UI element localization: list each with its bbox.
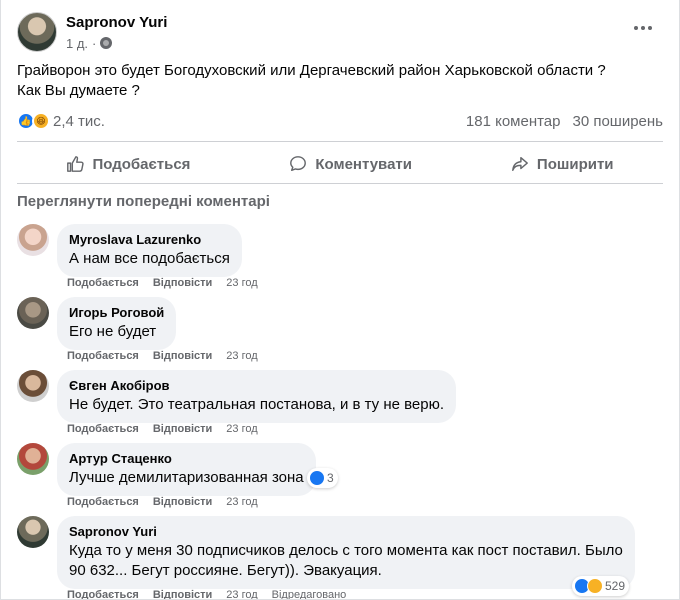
comment-like-button[interactable]: Подобається	[67, 423, 139, 435]
share-button[interactable]: Поширити	[493, 147, 632, 181]
comment-actions: Подобається Відповісти 23 год	[67, 277, 258, 289]
like-button[interactable]: Подобається	[48, 147, 208, 181]
comment-reply-button[interactable]: Відповісти	[153, 423, 212, 435]
comment-like-button[interactable]: Подобається	[67, 496, 139, 508]
divider	[17, 141, 663, 142]
reactions-bar: 👍 😆 2,4 тис. 181 коментар 30 поширень	[17, 111, 663, 131]
comment-bubble: Євген Акобіров Не будет. Это театральная…	[57, 370, 457, 423]
comment-bubble: Myroslava Lazurenko А нам все подобаєтьс…	[57, 224, 242, 277]
thumbs-up-icon	[67, 156, 85, 172]
comment-item: Sapronov Yuri Куда то у меня 30 подписчи…	[17, 516, 663, 599]
reaction-icons[interactable]: 👍 😆	[17, 112, 50, 130]
comment-text-line: Куда то у меня 30 подписчиков делось с т…	[69, 542, 623, 559]
shares-count[interactable]: 30 поширень	[572, 113, 663, 130]
comment-reaction-pill[interactable]: 3	[307, 468, 338, 488]
comment-bubble: Артур Стаценко Лучше демилитаризованная …	[57, 443, 316, 496]
comment-time[interactable]: 23 год	[226, 423, 257, 435]
comment-text-line: 90 632... Бегут россияне. Бегут)). Эваку…	[69, 562, 382, 579]
comment-actions: Подобається Відповісти 23 год Відредагов…	[67, 589, 347, 599]
post-header: Sapronov Yuri 1 д. ·	[17, 12, 167, 52]
comment-reaction-count: 529	[605, 579, 626, 593]
comment-like-button[interactable]: Подобається	[67, 589, 139, 599]
commenter-avatar[interactable]	[17, 370, 49, 402]
comment-text: Не будет. Это театральная постанова, и в…	[69, 396, 445, 413]
share-label: Поширити	[536, 155, 614, 173]
post-text-line: Как Вы думаете ?	[17, 82, 140, 99]
like-label: Подобається	[92, 155, 191, 173]
post-actions: Подобається Коментувати Поширити	[17, 147, 663, 181]
commenter-name[interactable]: Артур Стаценко	[69, 451, 304, 467]
comment-like-button[interactable]: Подобається	[67, 277, 139, 289]
comment-time[interactable]: 23 год	[226, 496, 257, 508]
comment-time[interactable]: 23 год	[226, 589, 257, 599]
comment-time[interactable]: 23 год	[226, 350, 257, 362]
comment-label: Коментувати	[315, 155, 412, 173]
comment-button[interactable]: Коментувати	[271, 147, 430, 181]
view-previous-comments-link[interactable]: Переглянути попередні коментарі	[17, 193, 270, 210]
reaction-count[interactable]: 2,4 тис.	[53, 113, 105, 130]
haha-reaction-icon: 😆	[32, 112, 50, 130]
more-options-icon[interactable]	[631, 18, 655, 38]
comment-actions: Подобається Відповісти 23 год	[67, 350, 258, 362]
comment-edited-label[interactable]: Відредаговано	[272, 589, 347, 599]
commenter-name[interactable]: Євген Акобіров	[69, 378, 444, 394]
comment-text: Лучше демилитаризованная зона	[69, 469, 304, 486]
commenter-name[interactable]: Sapronov Yuri	[69, 524, 623, 540]
comment-reply-button[interactable]: Відповісти	[153, 589, 212, 599]
comment-bubble: Игорь Роговой Его не будет	[57, 297, 177, 350]
post-time-row: 1 д. ·	[66, 36, 167, 51]
post-card: Sapronov Yuri 1 д. · Грайворон это будет…	[0, 0, 680, 600]
comment-text: Куда то у меня 30 подписчиков делось с т…	[69, 541, 623, 581]
post-stats: 181 коментар 30 поширень	[466, 113, 663, 130]
commenter-avatar[interactable]	[17, 224, 49, 256]
comment-text: Его не будет	[69, 323, 157, 340]
haha-reaction-icon	[587, 578, 603, 594]
divider	[17, 183, 663, 184]
post-meta: Sapronov Yuri 1 д. ·	[66, 14, 167, 51]
comment-reaction-pill[interactable]: 529	[572, 576, 630, 596]
post-text-line: Грайворон это будет Богодуховский или Де…	[17, 62, 606, 79]
comment-reply-button[interactable]: Відповісти	[153, 277, 212, 289]
comment-icon	[290, 156, 307, 172]
comment-bubble: Sapronov Yuri Куда то у меня 30 подписчи…	[57, 516, 635, 589]
comment-like-button[interactable]: Подобається	[67, 350, 139, 362]
comment-item: Myroslava Lazurenko А нам все подобаєтьс…	[17, 224, 663, 289]
comments-count[interactable]: 181 коментар	[466, 113, 561, 130]
author-avatar[interactable]	[17, 12, 57, 52]
comment-reply-button[interactable]: Відповісти	[153, 496, 212, 508]
comment-time[interactable]: 23 год	[226, 277, 257, 289]
comment-item: Артур Стаценко Лучше демилитаризованная …	[17, 443, 663, 508]
comment-item: Євген Акобіров Не будет. Это театральная…	[17, 370, 663, 435]
like-reaction-icon	[309, 470, 325, 486]
comment-text: А нам все подобається	[69, 250, 230, 267]
commenter-avatar[interactable]	[17, 297, 49, 329]
author-name[interactable]: Sapronov Yuri	[66, 14, 167, 31]
comment-item: Игорь Роговой Его не будет Подобається В…	[17, 297, 663, 362]
time-separator: ·	[92, 35, 97, 51]
commenter-avatar[interactable]	[17, 516, 49, 548]
comment-reply-button[interactable]: Відповісти	[153, 350, 212, 362]
comment-actions: Подобається Відповісти 23 год	[67, 496, 258, 508]
comment-reaction-count: 3	[327, 471, 334, 485]
commenter-name[interactable]: Myroslava Lazurenko	[69, 232, 230, 248]
post-time[interactable]: 1 д.	[66, 36, 88, 51]
commenter-name[interactable]: Игорь Роговой	[69, 305, 164, 321]
share-icon	[511, 156, 528, 172]
globe-icon	[100, 37, 113, 49]
comment-actions: Подобається Відповісти 23 год	[67, 423, 258, 435]
commenter-avatar[interactable]	[17, 443, 49, 475]
post-text: Грайворон это будет Богодуховский или Де…	[17, 61, 637, 101]
